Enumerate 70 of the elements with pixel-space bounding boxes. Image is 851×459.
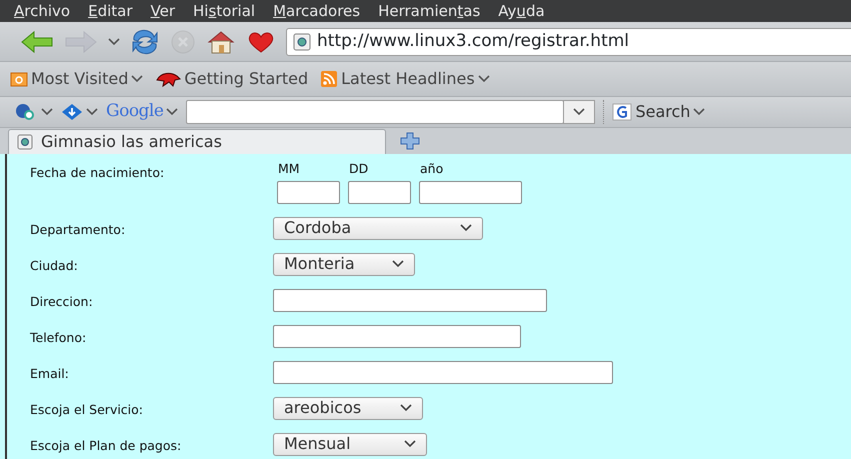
caret-icon (478, 75, 490, 83)
caret-icon (108, 38, 120, 46)
caret-icon (392, 260, 404, 268)
back-button[interactable] (20, 30, 54, 54)
search-button[interactable]: Search (603, 100, 706, 124)
folder-icon (10, 70, 28, 88)
bookmark-item[interactable]: Most Visited (10, 67, 144, 91)
field-label: Fecha de nacimiento: (30, 164, 166, 182)
menu-item[interactable]: Ayuda (498, 0, 545, 22)
g-logo-icon (612, 103, 632, 121)
menu-item[interactable]: Historial (193, 0, 256, 22)
plus-icon (400, 132, 420, 150)
page-icon (293, 32, 311, 50)
dropdown[interactable]: areobicos (273, 396, 423, 420)
page-icon (17, 134, 33, 150)
search-dropdown[interactable] (563, 100, 596, 124)
bookmark-item[interactable]: Latest Headlines (320, 67, 490, 91)
input-field[interactable] (419, 180, 522, 204)
tab[interactable]: Gimnasio las americas (8, 129, 386, 154)
field-label: Telefono: (30, 328, 88, 347)
field-label: MM (278, 160, 300, 178)
heart-icon (246, 30, 276, 54)
download-button[interactable] (61, 103, 98, 121)
caret-icon (166, 108, 178, 116)
dropdown[interactable]: Cordoba (273, 216, 483, 240)
reload-button[interactable] (130, 28, 160, 54)
history-dropdown[interactable] (108, 38, 120, 46)
bookmark-button[interactable] (246, 30, 276, 54)
field-label: Escoja el Servicio: (30, 400, 144, 419)
caret-icon (404, 440, 416, 448)
caret-icon (693, 108, 706, 116)
addon-button[interactable] (14, 103, 53, 121)
field-label: año (420, 160, 444, 178)
field-label: Ciudad: (30, 256, 79, 275)
caret-icon (131, 75, 144, 83)
address-field[interactable]: http://www.linux3.com/registrar.html (286, 28, 851, 56)
download-icon (61, 103, 83, 121)
menu-item[interactable]: Archivo (14, 0, 70, 22)
field-label: DD (349, 160, 368, 178)
field-label: Departamento: (30, 220, 126, 239)
home-button[interactable] (206, 28, 236, 54)
feed-icon (320, 70, 338, 88)
forward-arrow-icon (64, 30, 98, 54)
caret-icon (400, 404, 412, 412)
caret-icon (460, 224, 472, 232)
reload-icon (130, 28, 160, 54)
input-field[interactable] (273, 360, 613, 384)
field-label: Email: (30, 364, 70, 383)
dropdown[interactable]: Mensual (273, 432, 427, 456)
home-icon (206, 28, 236, 54)
input-field[interactable] (273, 288, 547, 312)
bird-icon (155, 70, 182, 88)
new-tab-button[interactable] (400, 132, 420, 150)
dropdown[interactable]: Monteria (273, 252, 415, 276)
menu-item[interactable]: Herramientas (378, 0, 480, 22)
back-arrow-icon (20, 30, 54, 54)
menu-item[interactable]: Ver (150, 0, 176, 22)
field-label: Direccion: (30, 292, 94, 311)
bookmark-item[interactable]: Getting Started (155, 67, 308, 91)
menu-item[interactable]: Marcadores (273, 0, 360, 22)
caret-icon (41, 108, 53, 116)
search-field[interactable] (186, 100, 564, 124)
menu-item[interactable]: Editar (88, 0, 133, 22)
input-field[interactable] (348, 180, 411, 204)
stop-icon (170, 28, 196, 54)
caret-icon (573, 108, 586, 116)
input-field[interactable] (273, 324, 521, 348)
caret-icon (86, 108, 98, 116)
input-field[interactable] (277, 180, 340, 204)
field-label: Escoja el Plan de pagos: (30, 436, 182, 455)
